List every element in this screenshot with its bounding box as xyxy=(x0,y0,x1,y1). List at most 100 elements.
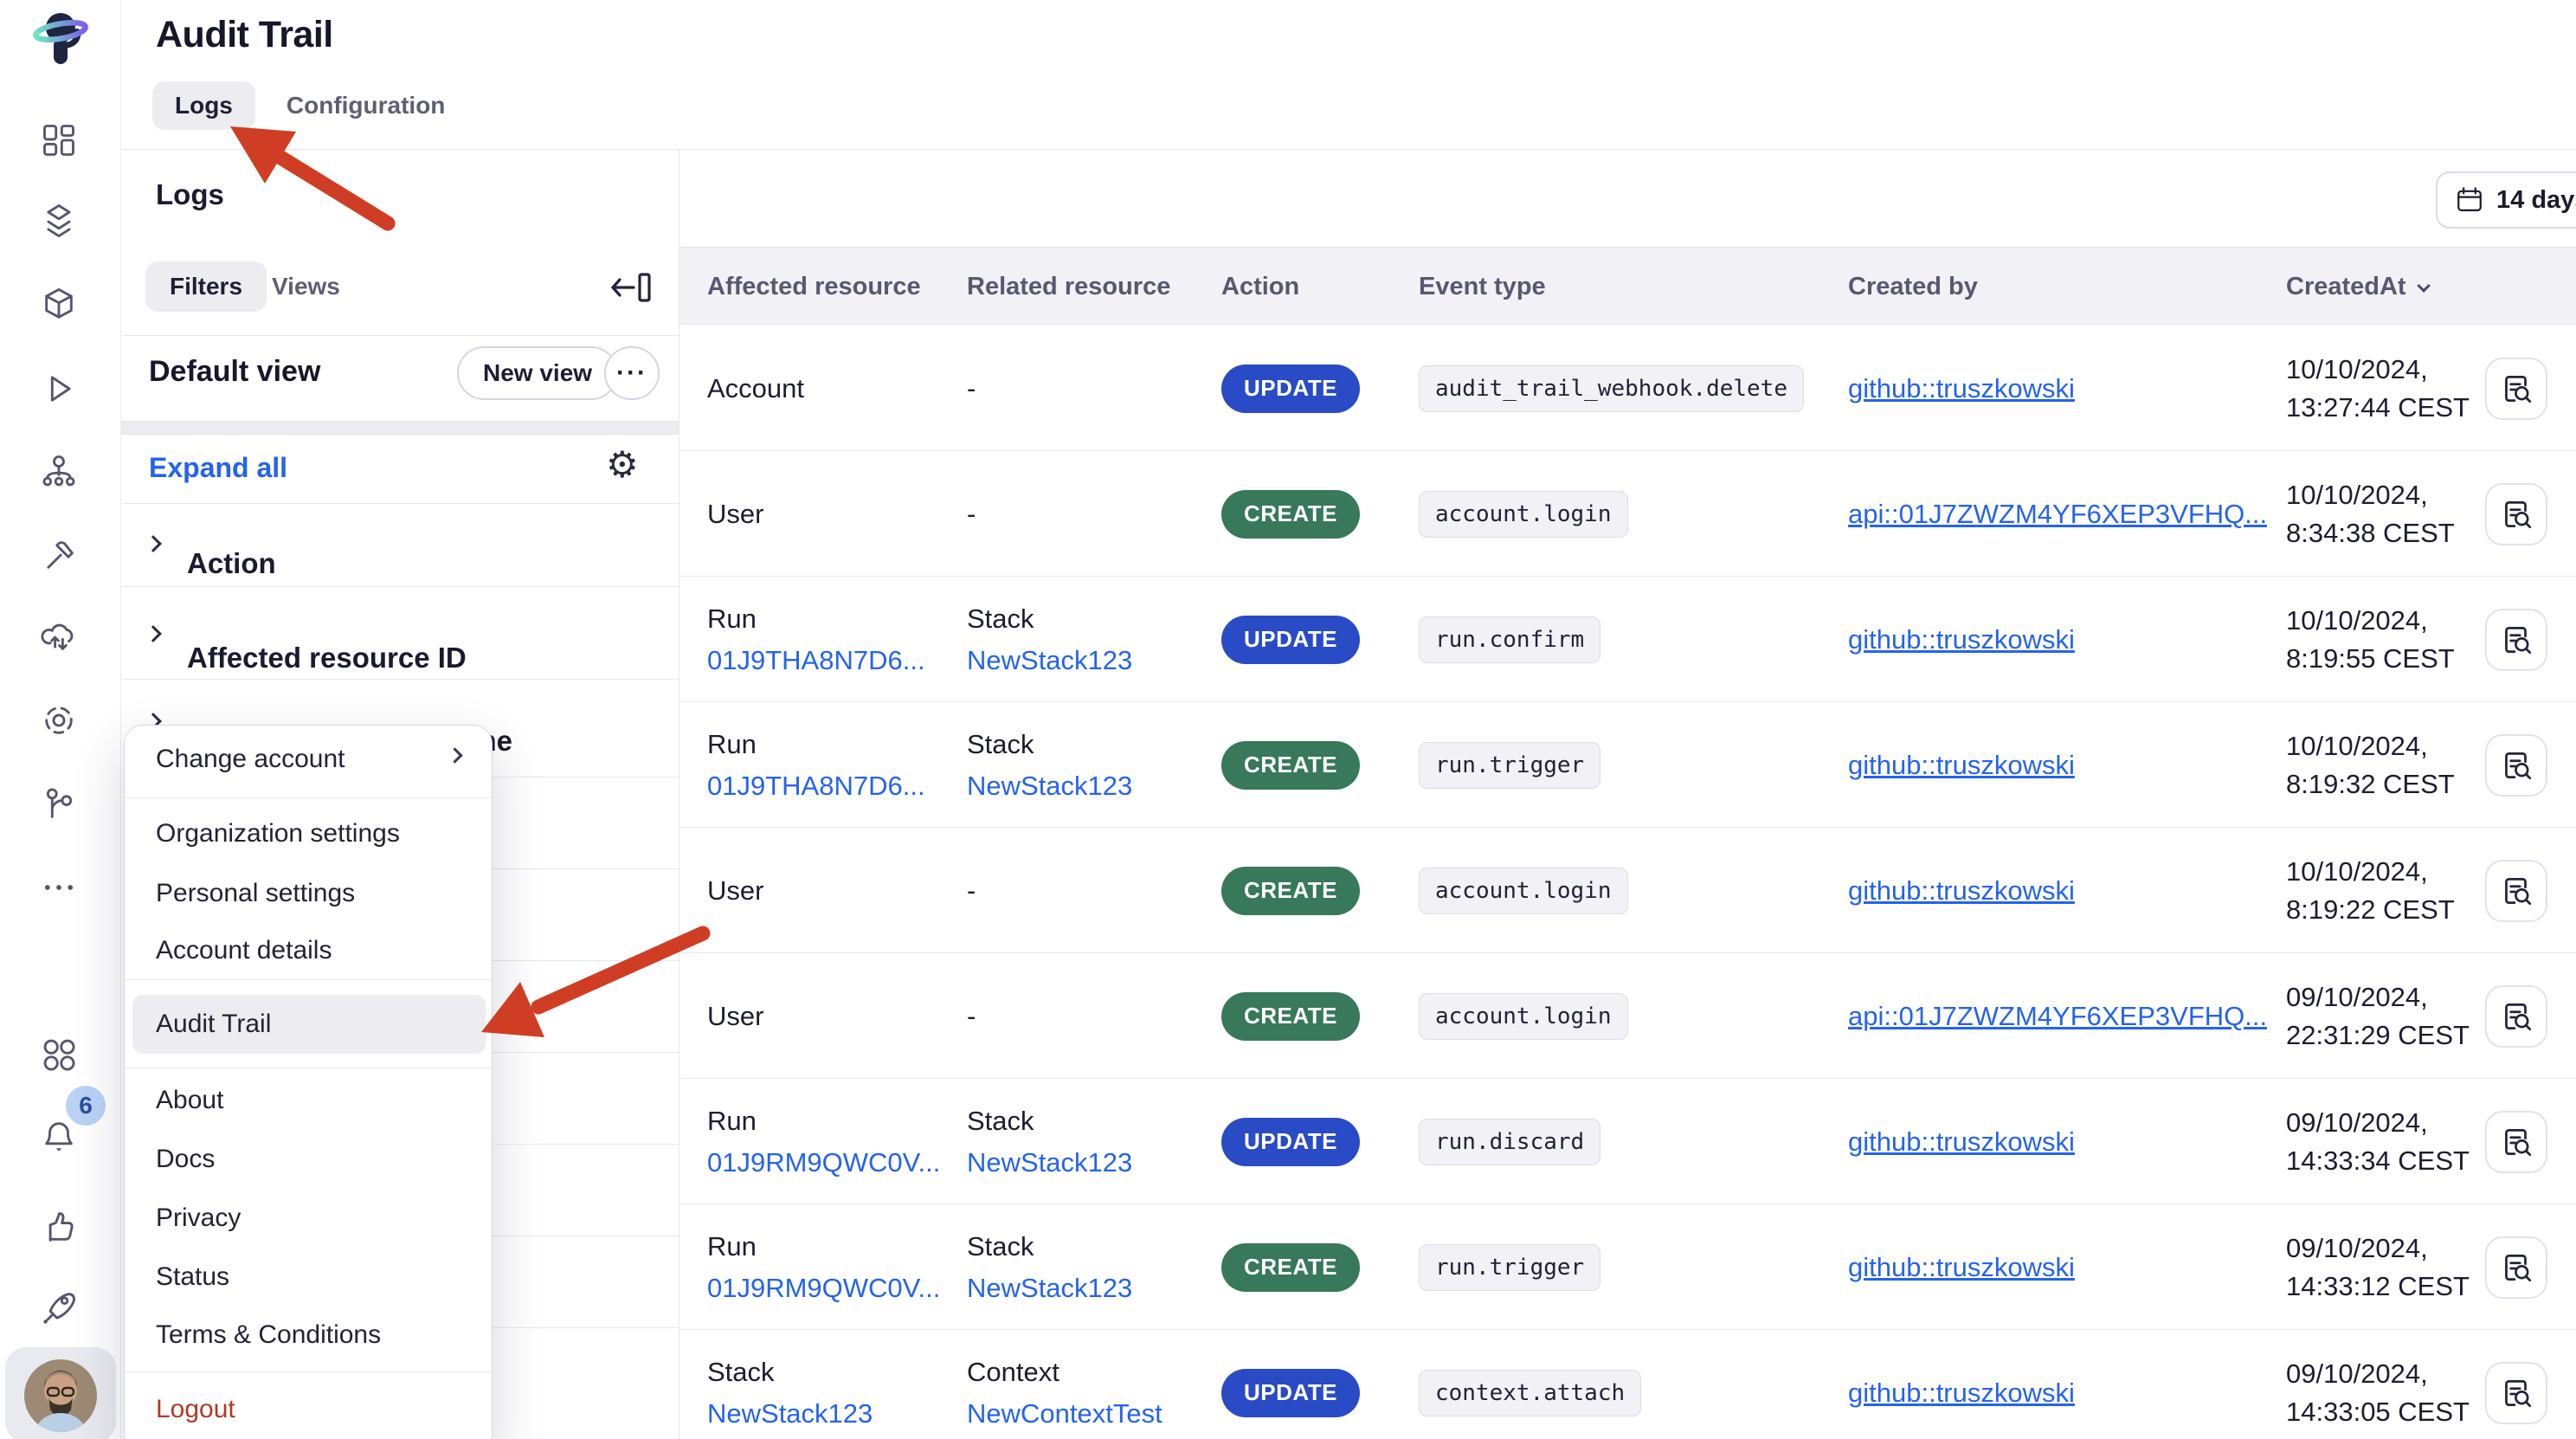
sidebar-item-modules[interactable] xyxy=(35,281,83,329)
sidebar-item-cloud-integrations[interactable] xyxy=(35,612,83,661)
filter-section-affected-resource-id[interactable]: Affected resource ID xyxy=(121,600,679,678)
menu-item-logout[interactable]: Logout xyxy=(156,1395,235,1424)
menu-item-personal-settings[interactable]: Personal settings xyxy=(156,879,355,908)
action-cell: UPDATE xyxy=(1221,326,1360,451)
affected-resource-link[interactable]: 01J9THA8N7D6... xyxy=(707,771,950,802)
created-by-link[interactable]: api::01J7ZWZM4YF6XEP3VFHQ... xyxy=(1848,499,2267,530)
related-resource-cell: Stack NewStack123 xyxy=(967,577,1201,702)
related-resource-link[interactable]: NewStack123 xyxy=(967,1147,1201,1178)
created-by-link[interactable]: api::01J7ZWZM4YF6XEP3VFHQ... xyxy=(1848,1001,2267,1032)
row-actions-cell xyxy=(2485,451,2547,577)
cube-icon xyxy=(40,286,78,324)
related-resource-cell: Stack NewStack123 xyxy=(967,1079,1201,1204)
row-actions-cell xyxy=(2485,1079,2547,1204)
menu-item-terms[interactable]: Terms & Conditions xyxy=(156,1320,381,1350)
created-by-cell: github::truszkowski xyxy=(1848,326,2075,451)
affected-resource-link[interactable]: 01J9RM9QWC0V... xyxy=(707,1273,950,1304)
menu-item-audit-trail[interactable]: Audit Trail xyxy=(156,1010,271,1039)
sidebar-item-worker-pools[interactable] xyxy=(35,531,83,579)
menu-item-change-account[interactable]: Change account xyxy=(156,745,345,774)
created-by-link[interactable]: github::truszkowski xyxy=(1848,373,2075,404)
affected-resource-link[interactable]: 01J9RM9QWC0V... xyxy=(707,1147,950,1178)
document-search-icon xyxy=(2498,622,2534,658)
view-log-details-button[interactable] xyxy=(2485,985,2547,1048)
sidebar-item-runs[interactable] xyxy=(35,365,83,413)
view-log-details-button[interactable] xyxy=(2485,483,2547,545)
filter-settings-gear-icon[interactable]: ⚙ xyxy=(606,443,639,486)
spacelift-logo[interactable] xyxy=(23,5,99,73)
sidebar-item-more[interactable] xyxy=(35,863,83,912)
date-range-button[interactable]: 14 days xyxy=(2436,171,2576,229)
new-view-button[interactable]: New view xyxy=(457,346,618,400)
menu-item-organization-settings[interactable]: Organization settings xyxy=(156,819,400,849)
action-badge: CREATE xyxy=(1221,867,1360,915)
account-menu-button[interactable] xyxy=(5,1347,116,1439)
related-resource-link[interactable]: NewStack123 xyxy=(967,1273,1201,1304)
menu-item-account-details[interactable]: Account details xyxy=(156,936,332,965)
action-cell: UPDATE xyxy=(1221,1079,1360,1204)
created-at-cell: 09/10/2024, 14:33:12 CEST xyxy=(2286,1204,2470,1330)
sidebar-item-source-code[interactable] xyxy=(35,780,83,829)
action-cell: UPDATE xyxy=(1221,577,1360,702)
sidebar-item-resources[interactable] xyxy=(35,696,83,745)
created-by-link[interactable]: github::truszkowski xyxy=(1848,1126,2075,1158)
apps-grid-icon xyxy=(40,1036,78,1074)
view-log-details-button[interactable] xyxy=(2485,1362,2547,1424)
sidebar-item-stacks[interactable] xyxy=(35,197,83,245)
filter-section-action[interactable]: Action xyxy=(121,515,679,586)
menu-item-docs[interactable]: Docs xyxy=(156,1145,215,1174)
view-log-details-button[interactable] xyxy=(2485,860,2547,922)
related-resource-link[interactable]: NewStack123 xyxy=(967,771,1201,802)
action-badge: CREATE xyxy=(1221,992,1360,1041)
view-more-options-button[interactable]: ··· xyxy=(604,346,660,400)
view-log-details-button[interactable] xyxy=(2485,358,2547,420)
sidebar-item-spaces[interactable] xyxy=(35,447,83,495)
created-by-link[interactable]: github::truszkowski xyxy=(1848,1378,2075,1409)
document-search-icon xyxy=(2498,1375,2534,1411)
divider xyxy=(122,149,2576,150)
created-date: 10/10/2024, xyxy=(2286,728,2455,765)
view-log-details-button[interactable] xyxy=(2485,1236,2547,1299)
sidebar-item-apps[interactable] xyxy=(35,1030,83,1079)
tab-configuration[interactable]: Configuration xyxy=(287,92,446,119)
sidebar-item-feedback[interactable] xyxy=(35,1203,83,1251)
affected-resource-link[interactable]: NewStack123 xyxy=(707,1398,950,1429)
related-resource-link[interactable]: NewStack123 xyxy=(967,645,1201,676)
view-log-details-button[interactable] xyxy=(2485,609,2547,671)
view-log-details-button[interactable] xyxy=(2485,1111,2547,1173)
created-by-link[interactable]: github::truszkowski xyxy=(1848,750,2075,781)
menu-item-privacy[interactable]: Privacy xyxy=(156,1203,241,1233)
column-header-action: Action xyxy=(1221,248,1299,326)
action-badge: UPDATE xyxy=(1221,1369,1360,1417)
related-resource-type: - xyxy=(967,875,1201,907)
table-row: Run 01J9THA8N7D6... Stack NewStack123 CR… xyxy=(679,702,2576,828)
created-by-cell: github::truszkowski xyxy=(1848,577,2075,702)
document-search-icon xyxy=(2498,873,2534,909)
created-by-cell: api::01J7ZWZM4YF6XEP3VFHQ... xyxy=(1848,953,2267,1079)
expand-all-link[interactable]: Expand all xyxy=(149,452,287,484)
filters-tab[interactable]: Filters xyxy=(145,261,267,312)
affected-resource-link[interactable]: 01J9THA8N7D6... xyxy=(707,645,950,676)
menu-item-status[interactable]: Status xyxy=(156,1262,229,1292)
menu-item-about[interactable]: About xyxy=(156,1086,223,1115)
affected-resource-cell: User xyxy=(707,451,950,577)
related-resource-link[interactable]: NewContextTest xyxy=(967,1398,1201,1429)
view-log-details-button[interactable] xyxy=(2485,734,2547,797)
created-by-link[interactable]: github::truszkowski xyxy=(1848,1252,2075,1283)
sidebar-item-launchpad[interactable] xyxy=(35,1283,83,1332)
collapse-panel-button[interactable] xyxy=(606,268,658,308)
related-resource-cell: - xyxy=(967,953,1201,1079)
tab-logs[interactable]: Logs xyxy=(152,81,255,130)
created-by-link[interactable]: github::truszkowski xyxy=(1848,624,2075,655)
event-type-chip: run.confirm xyxy=(1419,616,1600,663)
views-tab[interactable]: Views xyxy=(272,261,340,312)
column-header-created-at[interactable]: CreatedAt xyxy=(2286,248,2430,326)
event-type-cell: account.login xyxy=(1419,451,1628,577)
ellipsis-icon xyxy=(40,868,78,907)
notification-count-badge: 6 xyxy=(66,1086,106,1126)
column-header-created-by: Created by xyxy=(1848,248,1978,326)
related-resource-type: - xyxy=(967,1001,1201,1032)
sidebar-item-dashboard[interactable] xyxy=(35,116,83,165)
created-by-link[interactable]: github::truszkowski xyxy=(1848,875,2075,907)
divider xyxy=(125,797,492,798)
